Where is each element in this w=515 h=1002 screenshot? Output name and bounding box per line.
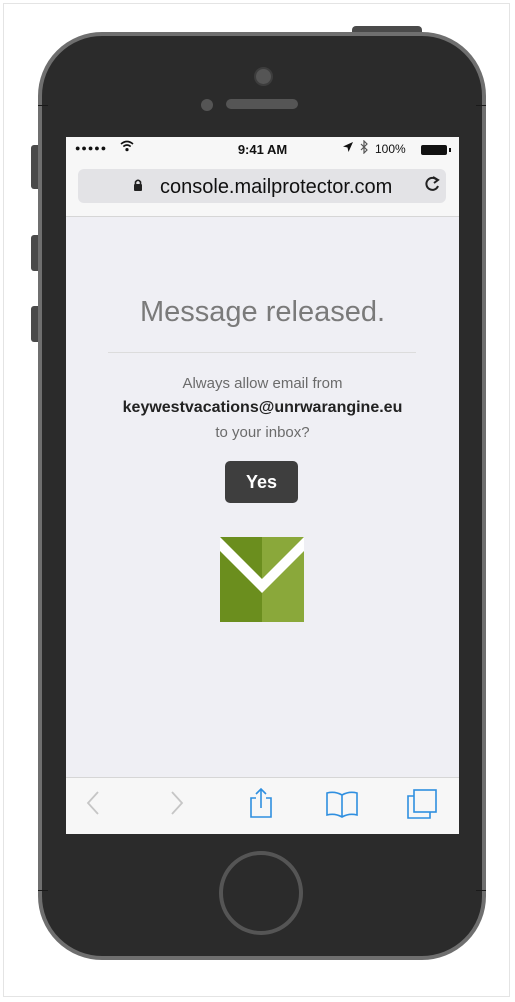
address-bar[interactable]: console.mailprotector.com xyxy=(78,169,446,203)
chevron-left-icon[interactable] xyxy=(86,790,100,821)
phone-screen: ●●●●● 9:41 AM 100% console.mailprotector… xyxy=(66,137,459,834)
location-arrow-icon xyxy=(342,141,354,156)
book-icon[interactable] xyxy=(325,790,359,823)
page-content: Message released. Always allow email fro… xyxy=(66,217,459,777)
proximity-sensor xyxy=(201,99,213,111)
sender-email: keywestvacations@unrwarangine.eu xyxy=(122,399,403,416)
battery-percentage: 100% xyxy=(375,142,406,156)
chevron-right-icon[interactable] xyxy=(170,790,184,821)
earpiece-speaker xyxy=(226,99,298,109)
phone-antenna-line xyxy=(38,890,48,891)
front-camera xyxy=(254,67,273,86)
home-button[interactable] xyxy=(219,851,303,935)
battery-icon xyxy=(421,145,451,155)
bluetooth-icon xyxy=(360,139,369,157)
phone-antenna-line xyxy=(476,105,486,106)
url-text: console.mailprotector.com xyxy=(160,176,393,198)
tabs-icon[interactable] xyxy=(406,788,438,825)
status-bar: ●●●●● 9:41 AM 100% xyxy=(66,137,459,163)
phone-antenna-line xyxy=(38,105,48,106)
divider xyxy=(108,352,416,353)
prompt-text-2: to your inbox? xyxy=(215,424,310,441)
prompt-text: Always allow email from xyxy=(182,375,343,392)
page-title: Message released. xyxy=(139,296,386,328)
reload-icon[interactable] xyxy=(423,174,441,200)
lock-icon xyxy=(133,178,143,192)
mailprotector-logo xyxy=(220,537,304,622)
browser-toolbar xyxy=(66,777,459,834)
browser-address-area: console.mailprotector.com xyxy=(66,163,459,217)
yes-button[interactable]: Yes xyxy=(225,461,298,503)
share-icon[interactable] xyxy=(248,787,274,824)
phone-antenna-line xyxy=(476,890,486,891)
